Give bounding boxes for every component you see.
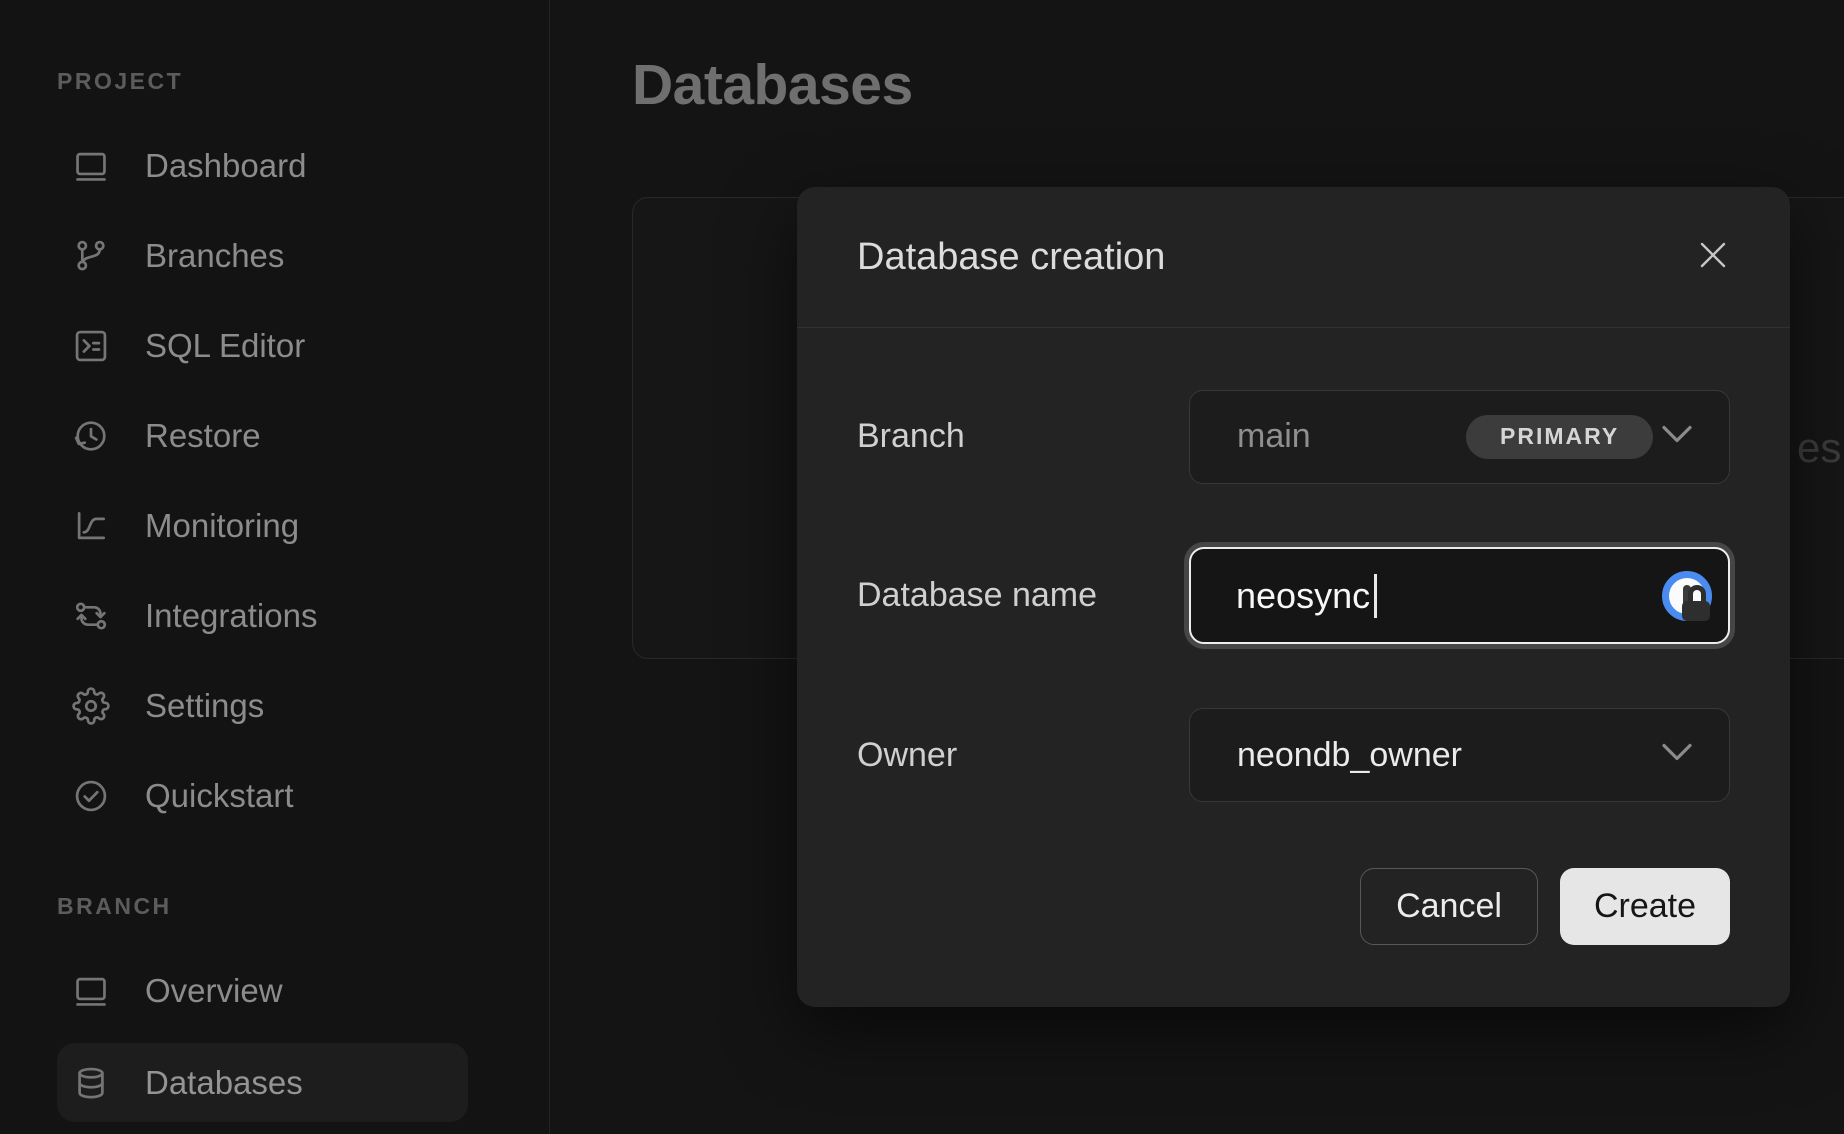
branch-label: Branch — [857, 417, 965, 456]
chevron-down-icon — [1661, 424, 1693, 449]
overview-icon — [72, 972, 110, 1010]
settings-icon — [72, 687, 110, 725]
sidebar-item-integrations[interactable]: Integrations — [40, 586, 510, 646]
modal-actions: Cancel Create — [857, 868, 1730, 945]
integrations-icon — [72, 597, 110, 635]
page-title: Databases — [632, 52, 913, 118]
owner-label: Owner — [857, 736, 957, 775]
text-cursor — [1374, 574, 1377, 618]
sidebar-item-label: Monitoring — [145, 507, 299, 545]
branch-select-value: main — [1237, 417, 1311, 456]
sidebar-item-quickstart[interactable]: Quickstart — [40, 766, 510, 826]
chevron-down-icon — [1661, 743, 1693, 768]
branch-field-row: Branch main PRIMARY — [857, 390, 1730, 483]
sidebar-item-label: SQL Editor — [145, 327, 305, 365]
sidebar-item-label: Databases — [145, 1064, 303, 1102]
database-name-field-row: Database name neosync — [857, 547, 1730, 644]
sql-editor-icon — [72, 327, 110, 365]
sidebar-item-branches[interactable]: Branches — [40, 226, 510, 286]
owner-select-value: neondb_owner — [1237, 736, 1462, 775]
sidebar-item-label: Dashboard — [145, 147, 306, 185]
sidebar-item-monitoring[interactable]: Monitoring — [40, 496, 510, 556]
sidebar-section-branch: BRANCH — [57, 893, 172, 920]
database-name-label: Database name — [857, 576, 1097, 615]
sidebar-section-project: PROJECT — [57, 68, 183, 95]
close-button[interactable] — [1691, 235, 1735, 279]
background-clipped-text: es — [1797, 424, 1841, 472]
databases-icon — [72, 1064, 110, 1102]
primary-badge: PRIMARY — [1466, 415, 1653, 459]
sidebar-item-overview[interactable]: Overview — [40, 961, 510, 1021]
lock-icon — [1682, 593, 1712, 621]
create-button[interactable]: Create — [1560, 868, 1730, 945]
quickstart-icon — [72, 777, 110, 815]
sidebar-item-label: Restore — [145, 417, 261, 455]
branch-select[interactable]: main PRIMARY — [1189, 390, 1730, 484]
sidebar-item-label: Quickstart — [145, 777, 294, 815]
branches-icon — [72, 237, 110, 275]
1password-icon[interactable] — [1662, 571, 1712, 621]
dashboard-icon — [72, 147, 110, 185]
sidebar-item-databases[interactable]: Databases — [57, 1043, 468, 1122]
owner-field-row: Owner neondb_owner — [857, 708, 1730, 802]
database-creation-modal: Database creation Branch main PRIMARY Da… — [797, 187, 1790, 1007]
monitoring-icon — [72, 507, 110, 545]
modal-header: Database creation — [797, 187, 1790, 328]
sidebar-item-label: Integrations — [145, 597, 317, 635]
close-icon — [1696, 238, 1730, 277]
modal-title: Database creation — [857, 236, 1691, 279]
sidebar-item-label: Overview — [145, 972, 283, 1010]
database-name-input[interactable]: neosync — [1189, 547, 1730, 644]
sidebar-item-settings[interactable]: Settings — [40, 676, 510, 736]
restore-icon — [72, 417, 110, 455]
sidebar-item-label: Settings — [145, 687, 264, 725]
cancel-button[interactable]: Cancel — [1360, 868, 1538, 945]
sidebar-item-dashboard[interactable]: Dashboard — [40, 136, 510, 196]
sidebar-item-label: Branches — [145, 237, 284, 275]
database-name-value: neosync — [1236, 575, 1370, 617]
sidebar: PROJECT Dashboard Branches SQL Editor Re… — [0, 0, 550, 1134]
owner-select[interactable]: neondb_owner — [1189, 708, 1730, 802]
sidebar-item-restore[interactable]: Restore — [40, 406, 510, 466]
sidebar-item-sql-editor[interactable]: SQL Editor — [40, 316, 510, 376]
